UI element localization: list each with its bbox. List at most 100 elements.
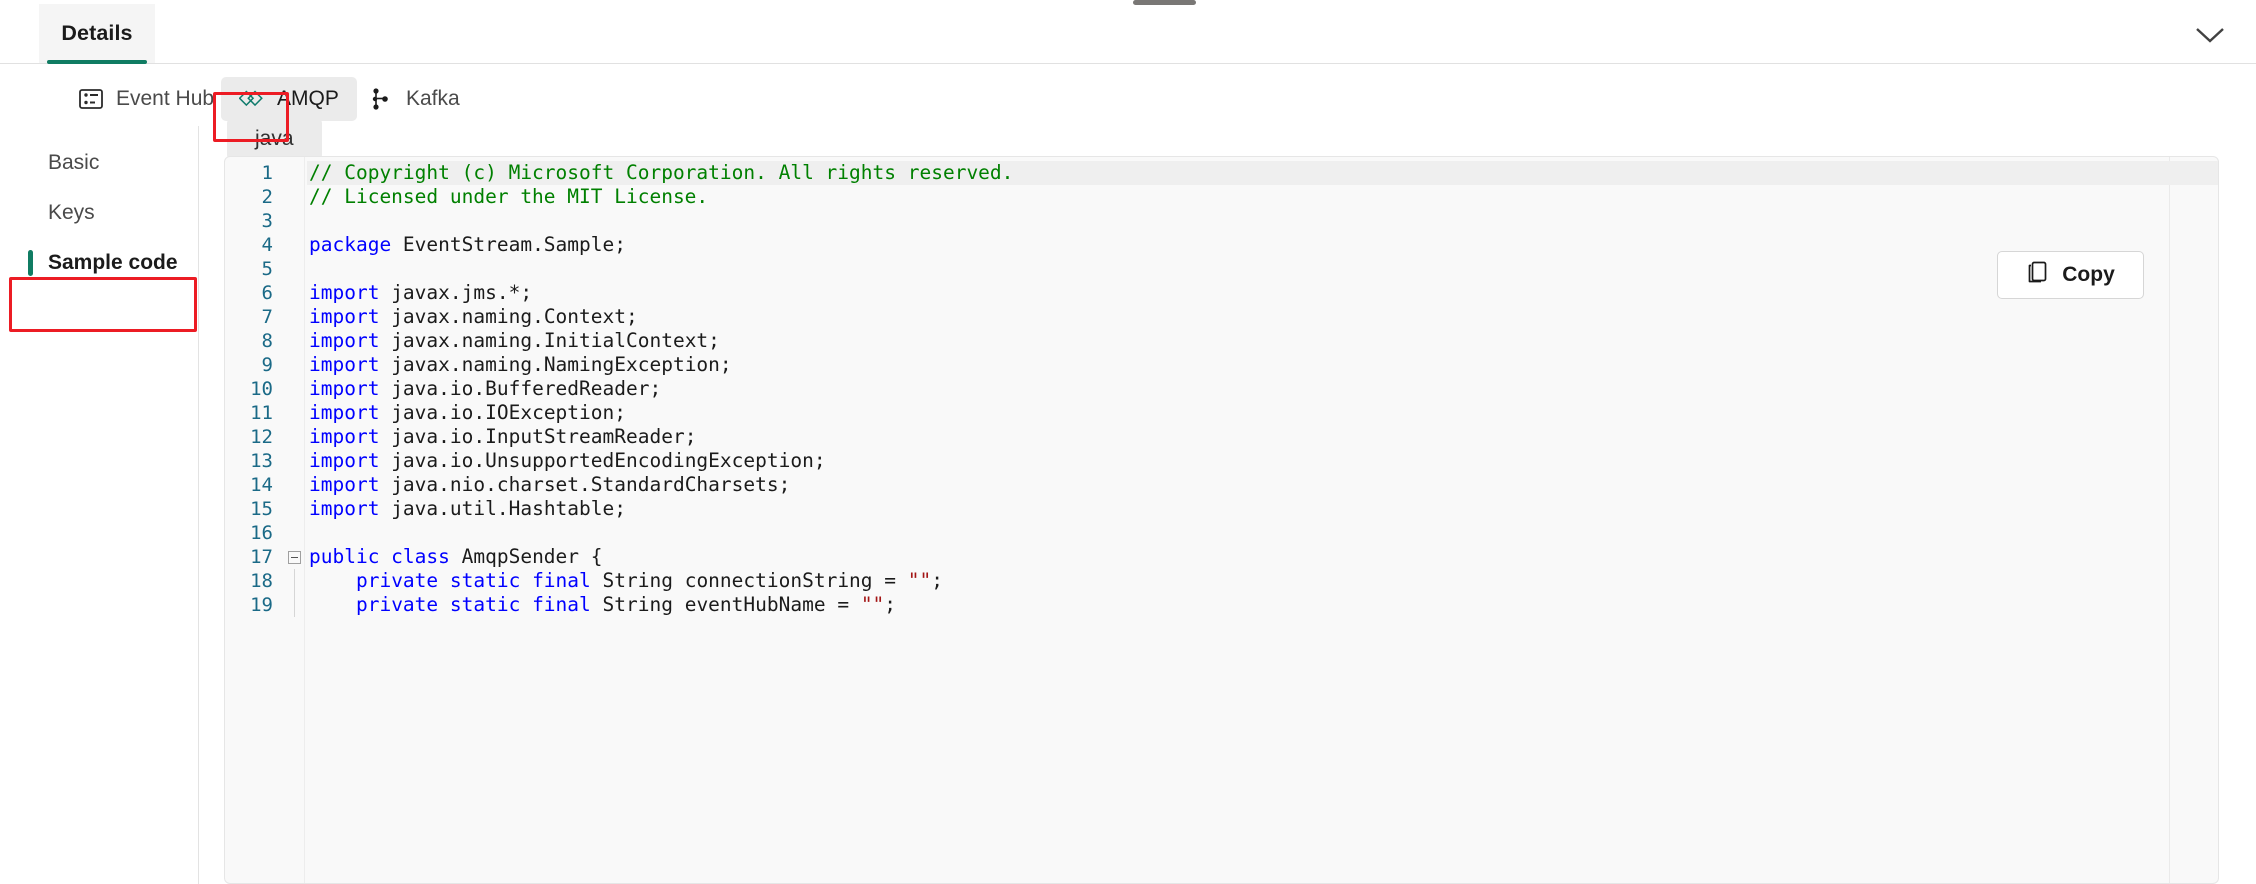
code-line-text: private static final String eventHubName… <box>307 593 2218 617</box>
pivot-amqp-label: AMQP <box>277 87 339 110</box>
code-token: javax.naming.NamingException; <box>379 353 732 376</box>
code-token: java.io.InputStreamReader; <box>379 425 697 448</box>
code-line-number: 14 <box>250 474 273 496</box>
sample-code-panel: java 1 // Copyright (c) Microsoft Corpora… <box>200 118 2256 884</box>
code-line-text: import javax.naming.Context; <box>307 305 2218 329</box>
chevron-down-icon <box>2196 28 2224 43</box>
sidebar-item-sample-code[interactable]: Sample code <box>0 238 198 288</box>
code-token: // Copyright (c) Microsoft Corporation. … <box>309 161 1014 184</box>
code-token: import <box>309 377 380 400</box>
code-line: 12 import java.io.InputStreamReader; <box>225 425 2218 449</box>
code-line-number: 8 <box>261 330 273 352</box>
code-token: import <box>309 281 380 304</box>
code-token: ; <box>931 569 943 592</box>
code-line-text: import java.io.BufferedReader; <box>307 377 2218 401</box>
kafka-nodes-icon <box>368 86 394 112</box>
code-line: 3 <box>225 209 2218 233</box>
code-line-list: 1 // Copyright (c) Microsoft Corporation.… <box>225 161 2218 617</box>
tab-details[interactable]: Details <box>39 4 155 63</box>
code-line-number: 13 <box>250 450 273 472</box>
code-token: import <box>309 449 380 472</box>
code-line-number: 3 <box>261 210 273 232</box>
code-line-number: 10 <box>250 378 273 400</box>
code-token: java.io.BufferedReader; <box>379 377 662 400</box>
copy-button[interactable]: Copy <box>1997 251 2144 299</box>
code-line-text: import javax.naming.InitialContext; <box>307 329 2218 353</box>
sidebar-item-keys-label: Keys <box>48 201 95 224</box>
code-line-text: package EventStream.Sample; <box>307 233 2218 257</box>
code-line-text: public class AmqpSender { <box>307 545 2218 569</box>
code-token: AmqpSender { <box>449 545 603 568</box>
details-tab-bar: Details <box>0 4 2256 64</box>
code-token: import <box>309 305 380 328</box>
code-fold-column[interactable] <box>281 550 307 564</box>
copy-icon <box>2026 259 2050 291</box>
pivot-event-hub[interactable]: Event Hub <box>60 77 232 121</box>
code-line: 14 import java.nio.charset.StandardCharse… <box>225 473 2218 497</box>
code-line-number: 19 <box>250 594 273 616</box>
tab-details-active-indicator <box>47 60 147 64</box>
language-tab-list: java <box>227 118 322 160</box>
code-line: 10 import java.io.BufferedReader; <box>225 377 2218 401</box>
code-token: import <box>309 497 380 520</box>
sidebar-item-basic[interactable]: Basic <box>0 138 198 188</box>
code-fold-column <box>281 569 307 593</box>
code-token: java.io.UnsupportedEncodingException; <box>379 449 826 472</box>
code-line-text: import java.util.Hashtable; <box>307 497 2218 521</box>
code-indent-guide <box>293 593 295 617</box>
sidebar-item-basic-label: Basic <box>48 151 100 174</box>
code-line-number: 1 <box>261 162 273 184</box>
code-line-number: 15 <box>250 498 273 520</box>
code-token: ; <box>884 593 897 616</box>
pivot-kafka[interactable]: Kafka <box>350 77 478 121</box>
pivot-event-hub-label: Event Hub <box>116 87 215 110</box>
code-line: 13 import java.io.UnsupportedEncodingExce… <box>225 449 2218 473</box>
code-line-number: 18 <box>250 570 273 592</box>
code-token: // Licensed under the MIT License. <box>309 185 709 208</box>
code-line: 19 private static final String eventHubN… <box>225 593 2218 617</box>
code-token: EventStream.Sample; <box>391 233 626 256</box>
code-line: 2 // Licensed under the MIT License. <box>225 185 2218 209</box>
pivot-amqp[interactable]: AMQP <box>221 77 357 121</box>
code-token: import <box>309 329 380 352</box>
code-line-text: private static final String connectionSt… <box>307 569 2218 593</box>
code-line: 6 import javax.jms.*; <box>225 281 2218 305</box>
code-viewer[interactable]: 1 // Copyright (c) Microsoft Corporation.… <box>224 156 2219 884</box>
code-line-number: 16 <box>250 522 273 544</box>
code-indent-guide <box>293 569 295 593</box>
code-line-number: 5 <box>261 258 273 280</box>
code-token: java.nio.charset.StandardCharsets; <box>379 473 791 496</box>
code-line-number: 12 <box>250 426 273 448</box>
code-line: 7 import javax.naming.Context; <box>225 305 2218 329</box>
code-token: "" <box>907 569 932 592</box>
code-line-text: import java.io.InputStreamReader; <box>307 425 2218 449</box>
pivot-kafka-label: Kafka <box>406 87 460 110</box>
code-line: 11 import java.io.IOException; <box>225 401 2218 425</box>
collapse-panel-button[interactable] <box>2186 12 2234 58</box>
code-line-number: 4 <box>261 234 273 256</box>
code-line-text: import java.io.IOException; <box>307 401 2218 425</box>
code-token: String eventHubName = <box>590 593 861 616</box>
code-token: javax.jms.*; <box>379 281 533 304</box>
code-token: private static final <box>355 593 591 616</box>
code-line: 5 <box>225 257 2218 281</box>
code-line-text: // Copyright (c) Microsoft Corporation. … <box>307 161 2218 185</box>
code-line-text: // Licensed under the MIT License. <box>307 185 2218 209</box>
code-token: String connectionString = <box>590 569 908 592</box>
code-token: private static final <box>355 569 591 592</box>
language-tab-java-label: java <box>255 127 294 150</box>
code-line: 17 public class AmqpSender { <box>225 545 2218 569</box>
amqp-link-icon <box>239 86 265 112</box>
language-tab-java[interactable]: java <box>227 118 322 160</box>
protocol-pivot-row: Event Hub AMQP Kafka <box>0 65 2256 126</box>
code-line-number: 11 <box>250 402 273 424</box>
code-fold-toggle-icon[interactable] <box>287 550 301 564</box>
code-line: 9 import javax.naming.NamingException; <box>225 353 2218 377</box>
sidebar-item-keys[interactable]: Keys <box>0 188 198 238</box>
code-token: import <box>309 425 380 448</box>
code-line-text: import java.io.UnsupportedEncodingExcept… <box>307 449 2218 473</box>
code-line: 4 package EventStream.Sample; <box>225 233 2218 257</box>
code-line-number: 6 <box>261 282 273 304</box>
